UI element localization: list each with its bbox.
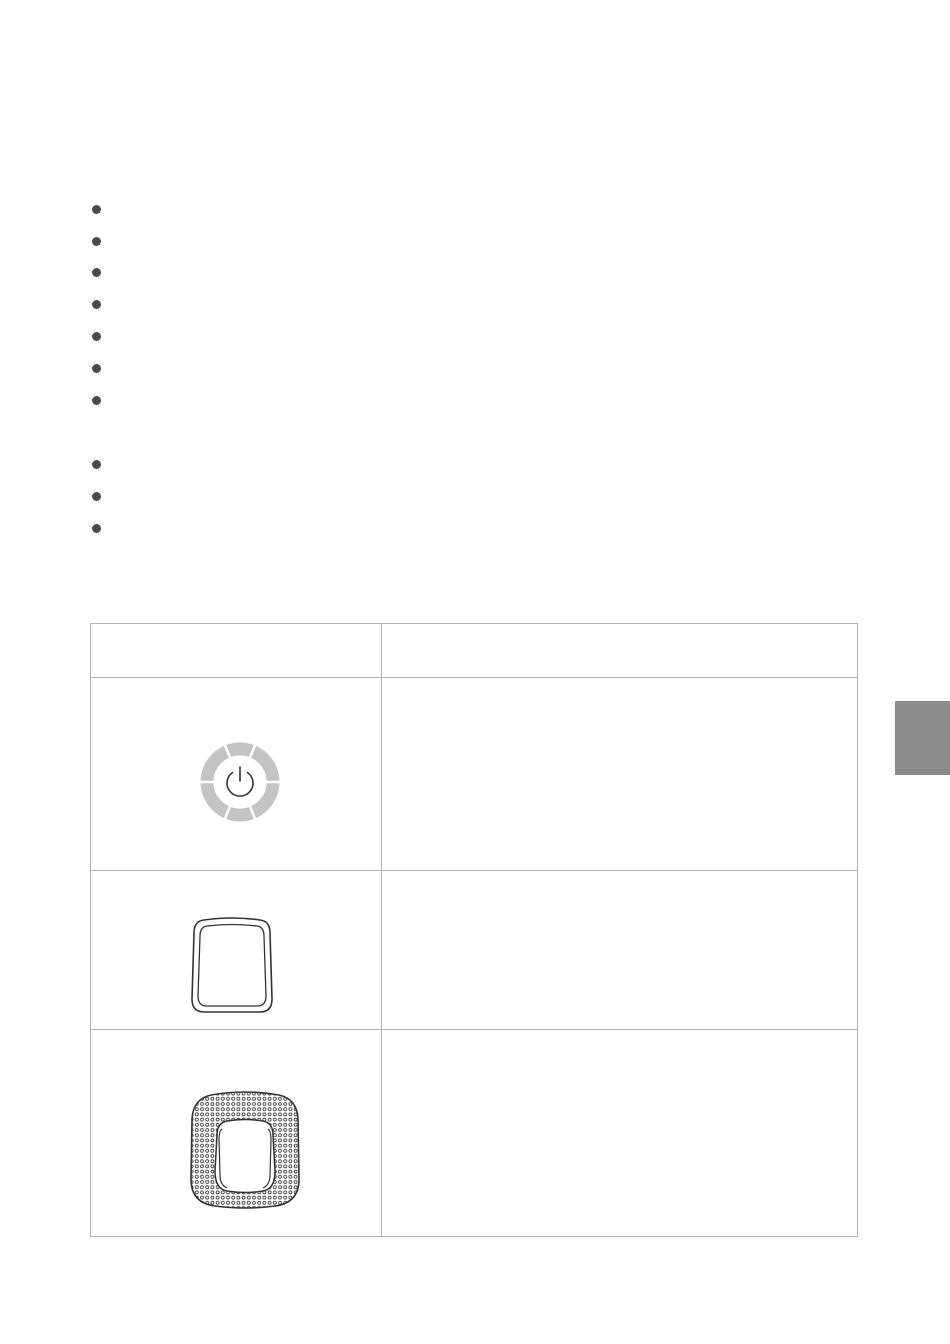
rounded-button-icon: [190, 917, 274, 1015]
bullet-dot: [92, 396, 101, 405]
bullet-dot: [92, 492, 101, 501]
bullet-dot: [92, 524, 101, 533]
bullet-dot: [92, 332, 101, 341]
bullet-dot: [92, 300, 101, 309]
bullet-dot: [92, 237, 101, 246]
bullet-dot: [92, 364, 101, 373]
chapter-tab: [895, 701, 950, 775]
bullet-dot: [92, 460, 101, 469]
row-divider: [91, 677, 857, 678]
power-ring-icon: [195, 737, 285, 827]
row-divider: [91, 1029, 857, 1030]
controls-table: [90, 623, 858, 1237]
row-divider: [91, 870, 857, 871]
bullet-dot: [92, 205, 101, 214]
bullet-dot: [92, 268, 101, 277]
column-divider: [381, 624, 382, 1236]
perforated-grille-icon: [189, 1091, 301, 1209]
